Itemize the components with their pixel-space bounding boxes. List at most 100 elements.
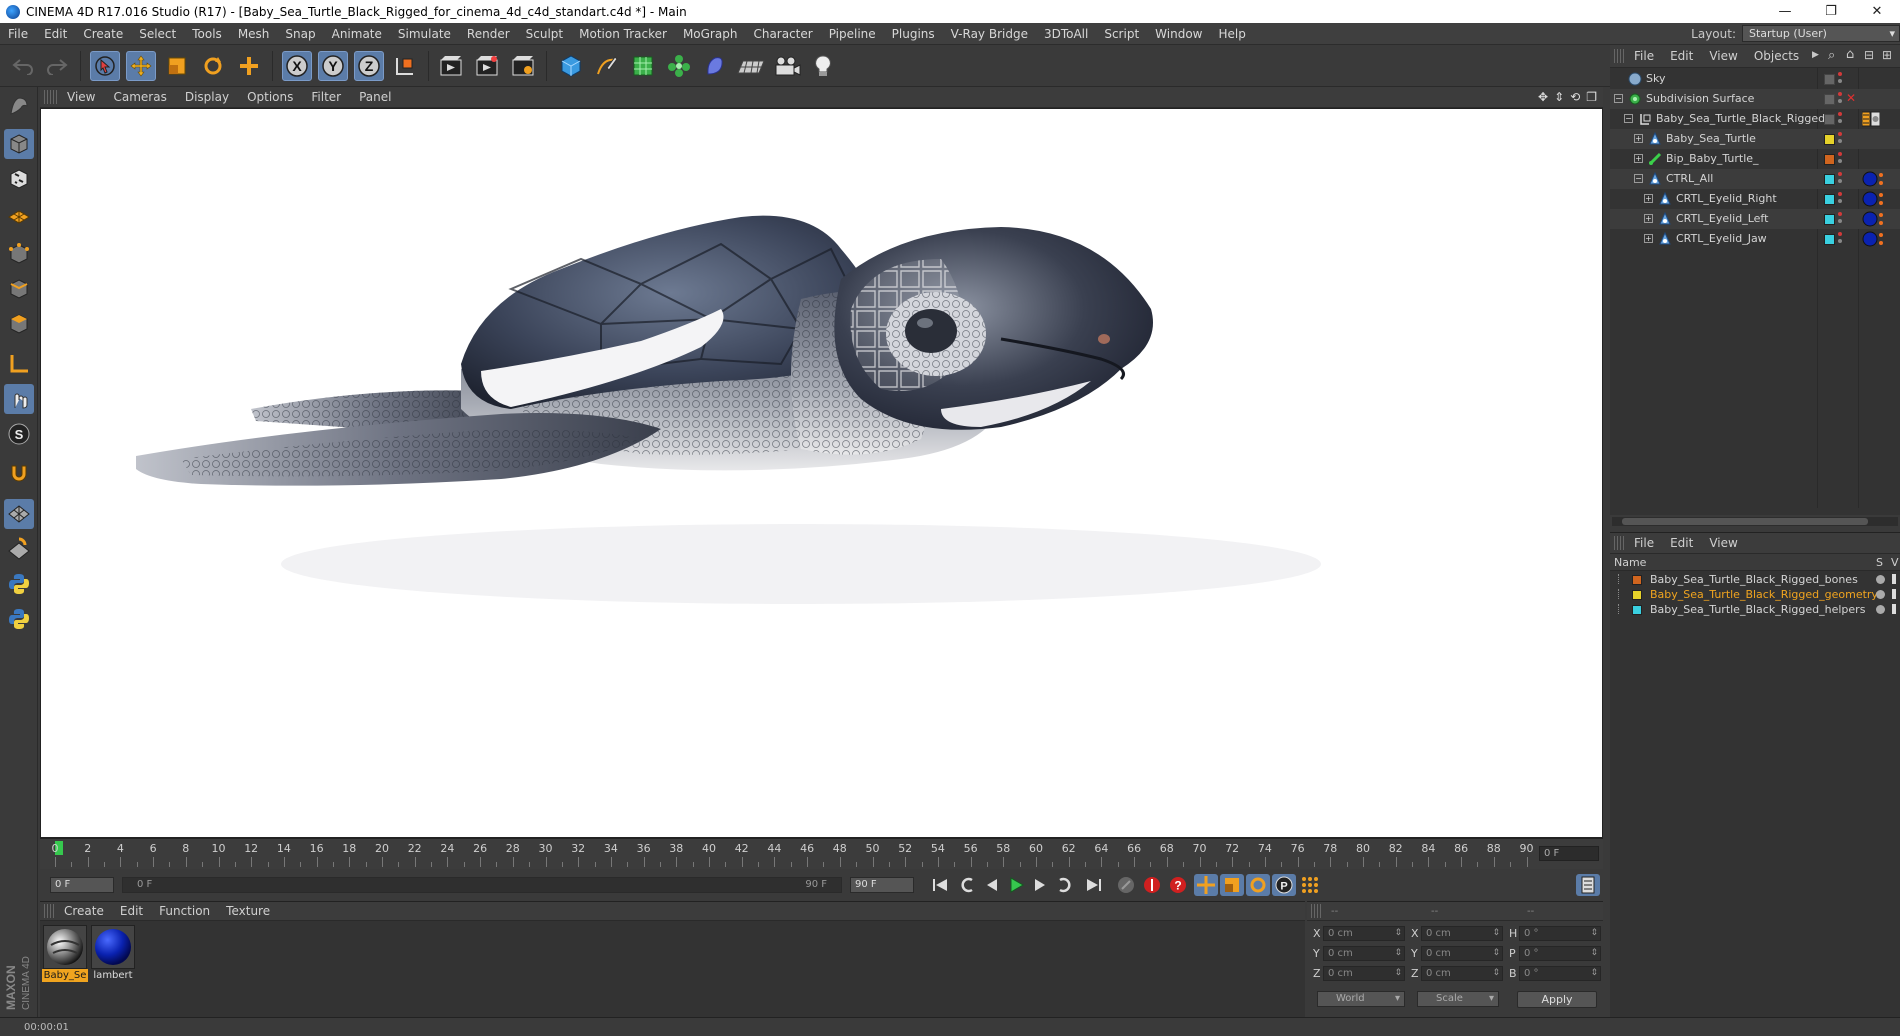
layer-color-swatch[interactable] [1824,194,1835,205]
solo-mode-icon[interactable]: S [4,419,34,449]
coordinate-system-icon[interactable] [390,51,420,81]
polygons-mode-icon[interactable] [4,309,34,339]
layer-color-swatch[interactable] [1632,575,1642,585]
search-icon[interactable]: ⌕ [1828,48,1835,63]
menu-motion-tracker[interactable]: Motion Tracker [571,27,675,41]
light-icon[interactable] [808,51,838,81]
current-frame-field[interactable]: 0 F [1539,846,1599,861]
previous-key-icon[interactable] [956,874,980,896]
viewport-menu-view[interactable]: View [58,90,104,104]
layer-color-swatch[interactable] [1632,605,1642,615]
record-parameter-icon[interactable]: P [1272,874,1296,896]
edit-visibility-icon[interactable] [1824,114,1835,125]
apply-button[interactable]: Apply [1517,991,1597,1008]
size-x-field[interactable]: 0 cm [1421,926,1503,941]
layer-color-swatch[interactable] [1824,134,1835,145]
timeline-ruler[interactable]: 0 2 4 6 8 10 12 14 16 18 20 22 24 26 28 30 32 34 36 38 40 42 4… [40,838,1603,869]
coordinate-space-select[interactable]: World [1317,991,1405,1007]
floor-environment-icon[interactable] [736,51,766,81]
menu-mograph[interactable]: MoGraph [675,27,746,41]
material-menu-function[interactable]: Function [151,904,218,918]
more-menu-arrow-icon[interactable]: ▶ [1812,50,1819,60]
grid-snap-icon[interactable] [4,499,34,529]
layer-color-swatch[interactable] [1824,154,1835,165]
menu-character[interactable]: Character [745,27,820,41]
menu-sculpt[interactable]: Sculpt [518,27,571,41]
close-button[interactable]: ✕ [1854,0,1900,23]
viewport-pan-icon[interactable]: ✥ [1538,90,1548,104]
panel-grip[interactable] [1311,904,1323,918]
visibility-dots-icon[interactable] [1838,171,1844,187]
render-settings-icon[interactable] [508,51,538,81]
play-forward-icon[interactable] [1004,874,1028,896]
tree-expander[interactable]: + [1634,154,1643,163]
record-position-icon[interactable] [1194,874,1218,896]
record-scale-icon[interactable] [1220,874,1244,896]
subdivision-surface-icon[interactable] [628,51,658,81]
object-row[interactable]: Sky [1610,69,1900,89]
visibility-dots-icon[interactable] [1838,211,1844,227]
viewport-toggle-icon[interactable]: ❐ [1586,90,1597,104]
menu-pipeline[interactable]: Pipeline [821,27,884,41]
collapse-icon[interactable]: ⊟ [1864,48,1874,62]
menu-vray-bridge[interactable]: V-Ray Bridge [943,27,1036,41]
camera-icon[interactable] [772,51,802,81]
workplane-icon[interactable] [4,199,34,229]
end-frame-field[interactable]: 90 F [850,877,914,893]
size-y-field[interactable]: 0 cm [1421,946,1503,961]
object-row[interactable]: + CRTL_Eyelid_Jaw [1610,229,1900,249]
layer-solo-toggle[interactable] [1876,605,1885,614]
menu-tools[interactable]: Tools [184,27,230,41]
menu-select[interactable]: Select [131,27,184,41]
axis-mode-icon[interactable] [4,349,34,379]
tree-expander[interactable]: + [1644,194,1653,203]
material-lambert[interactable]: lambert [90,925,136,982]
rot-b-field[interactable]: 0 ° [1519,966,1601,981]
object-row[interactable]: + CRTL_Eyelid_Right [1610,189,1900,209]
layer-solo-column[interactable]: S [1876,556,1883,569]
timeline-window-icon[interactable] [1576,874,1600,896]
material-menu-edit[interactable]: Edit [112,904,151,918]
pen-spline-icon[interactable] [592,51,622,81]
visibility-dots-icon[interactable] [1838,91,1844,107]
viewport-menu-options[interactable]: Options [238,90,302,104]
texture-mode-icon[interactable] [4,164,34,194]
menu-help[interactable]: Help [1210,27,1253,41]
layer-visible-toggle[interactable] [1891,603,1897,615]
workplane-snap-icon[interactable] [4,534,34,564]
undo-icon[interactable] [8,51,38,81]
rot-h-field[interactable]: 0 ° [1519,926,1601,941]
layer-solo-toggle[interactable] [1876,590,1885,599]
menu-edit[interactable]: Edit [36,27,75,41]
layer-color-swatch[interactable] [1824,234,1835,245]
cloner-icon[interactable] [664,51,694,81]
menu-create[interactable]: Create [75,27,131,41]
viewport-zoom-icon[interactable]: ⇕ [1554,90,1564,104]
python-script-2-icon[interactable] [4,604,34,634]
tree-expander[interactable]: − [1614,94,1623,103]
layer-color-swatch[interactable] [1632,590,1642,600]
minimize-button[interactable]: — [1762,0,1808,23]
object-row[interactable]: − Baby_Sea_Turtle_Black_Rigged [1610,109,1900,129]
record-keys-icon[interactable] [1114,874,1138,896]
material-baby-sea-turtle[interactable]: Baby_Se [42,925,88,982]
menu-script[interactable]: Script [1096,27,1147,41]
move-tool-icon[interactable] [126,51,156,81]
viewport-menu-display[interactable]: Display [176,90,238,104]
new-window-icon[interactable]: ⊞ [1882,48,1892,62]
snap-magnet-icon[interactable] [4,459,34,489]
material-tag-icon[interactable] [1862,231,1883,247]
menu-render[interactable]: Render [459,27,518,41]
layer-color-swatch[interactable] [1824,174,1835,185]
visibility-dots-icon[interactable] [1838,151,1844,167]
menu-mesh[interactable]: Mesh [230,27,278,41]
visibility-dots-icon[interactable] [1838,191,1844,207]
layer-menu-file[interactable]: File [1626,536,1662,550]
cube-primitive-icon[interactable] [556,51,586,81]
visibility-dots-icon[interactable] [1838,111,1844,127]
scrollbar-thumb[interactable] [1622,518,1868,525]
coordinate-mode-select[interactable]: Scale [1417,991,1499,1007]
viewport-menu-filter[interactable]: Filter [302,90,350,104]
previous-frame-icon[interactable] [980,874,1004,896]
render-view-icon[interactable] [436,51,466,81]
